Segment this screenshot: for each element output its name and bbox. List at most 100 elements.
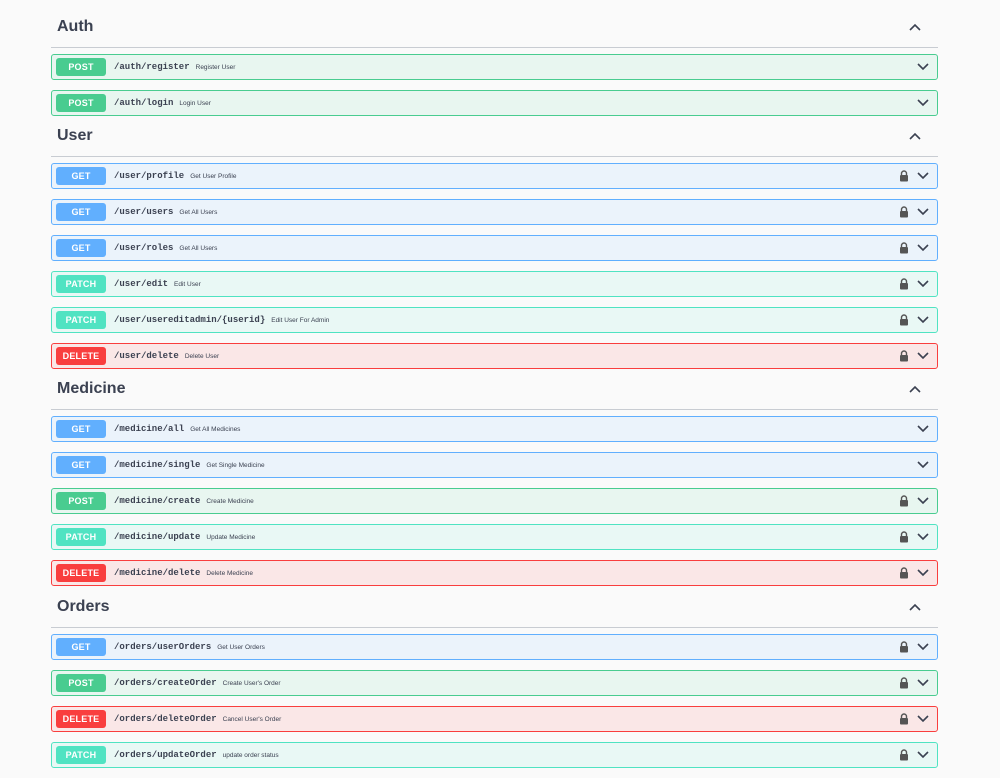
section-header[interactable]: Auth [51, 6, 938, 48]
section-title: Auth [57, 17, 94, 35]
lock-icon[interactable] [897, 205, 911, 219]
row-controls [915, 55, 931, 79]
method-badge: DELETE [56, 564, 106, 582]
chevron-up-icon[interactable] [904, 378, 926, 400]
chevron-down-icon[interactable] [915, 313, 931, 327]
section-header[interactable]: User [51, 115, 938, 157]
endpoint-summary: Update Medicine [206, 533, 256, 541]
chevron-down-icon[interactable] [915, 712, 931, 726]
operation-row[interactable]: DELETE/user/delete Delete User [51, 343, 938, 369]
row-controls [897, 635, 931, 659]
section-header[interactable]: Orders [51, 586, 938, 628]
row-controls [915, 91, 931, 115]
operation-row[interactable]: GET/medicine/all Get All Medicines [51, 416, 938, 442]
chevron-down-icon[interactable] [915, 96, 931, 110]
row-controls [897, 344, 931, 368]
row-controls [897, 164, 931, 188]
chevron-down-icon[interactable] [915, 241, 931, 255]
chevron-up-icon[interactable] [904, 596, 926, 618]
lock-icon[interactable] [897, 241, 911, 255]
lock-icon[interactable] [897, 313, 911, 327]
operation-row[interactable]: POST/orders/createOrder Create User's Ord… [51, 670, 938, 696]
chevron-down-icon[interactable] [915, 422, 931, 436]
section-orders: Orders GET/orders/userOrders Get User Orde… [51, 586, 938, 778]
lock-icon[interactable] [897, 169, 911, 183]
endpoint-path: /medicine/update [114, 532, 201, 542]
endpoint-path: /medicine/delete [114, 568, 201, 578]
row-controls [897, 272, 931, 296]
operation-row[interactable]: DELETE/medicine/delete Delete Medicine [51, 560, 938, 586]
endpoint-path: /orders/userOrders [114, 642, 212, 652]
lock-icon[interactable] [897, 676, 911, 690]
chevron-down-icon[interactable] [915, 640, 931, 654]
operation-row[interactable]: PATCH/user/usereditadmin/{userid} Edit Us… [51, 307, 938, 333]
lock-icon[interactable] [897, 349, 911, 363]
lock-icon[interactable] [897, 640, 911, 654]
operation-row[interactable]: POST/medicine/create Create Medicine [51, 488, 938, 514]
lock-icon[interactable] [897, 494, 911, 508]
endpoint-path: /orders/createOrder [114, 678, 217, 688]
operation-row[interactable]: GET/medicine/single Get Single Medicine [51, 452, 938, 478]
endpoint-summary: Edit User For Admin [271, 316, 330, 324]
operation-row[interactable]: POST/auth/register Register User [51, 54, 938, 80]
method-badge: PATCH [56, 275, 106, 293]
row-controls [897, 561, 931, 585]
chevron-down-icon[interactable] [915, 169, 931, 183]
method-badge: DELETE [56, 710, 106, 728]
endpoint-summary: Edit User [174, 280, 201, 288]
row-controls [915, 453, 931, 477]
row-controls [897, 200, 931, 224]
operation-row[interactable]: PATCH/user/edit Edit User [51, 271, 938, 297]
endpoint-summary: Get Single Medicine [206, 461, 265, 469]
operation-row[interactable]: POST/auth/login Login User [51, 90, 938, 116]
operation-row[interactable]: GET/user/profile Get User Profile [51, 163, 938, 189]
endpoint-path: /medicine/single [114, 460, 201, 470]
method-badge: DELETE [56, 347, 106, 365]
endpoint-summary: Get All Users [179, 244, 218, 252]
endpoint-path: /orders/deleteOrder [114, 714, 217, 724]
chevron-up-icon[interactable] [904, 125, 926, 147]
row-controls [897, 743, 931, 767]
chevron-down-icon[interactable] [915, 566, 931, 580]
chevron-down-icon[interactable] [915, 349, 931, 363]
chevron-down-icon[interactable] [915, 494, 931, 508]
section-header[interactable]: Medicine [51, 368, 938, 410]
operation-row[interactable]: GET/user/users Get All Users [51, 199, 938, 225]
row-controls [897, 707, 931, 731]
endpoint-summary: Delete User [184, 352, 220, 360]
chevron-down-icon[interactable] [915, 458, 931, 472]
operation-row[interactable]: PATCH/medicine/update Update Medicine [51, 524, 938, 550]
endpoint-path: /user/users [114, 207, 174, 217]
method-badge: POST [56, 492, 106, 510]
method-badge: GET [56, 638, 106, 656]
lock-icon[interactable] [897, 748, 911, 762]
operation-row[interactable]: DELETE/orders/deleteOrder Cancel User's O… [51, 706, 938, 732]
chevron-down-icon[interactable] [915, 277, 931, 291]
chevron-down-icon[interactable] [915, 530, 931, 544]
chevron-down-icon[interactable] [915, 205, 931, 219]
lock-icon[interactable] [897, 277, 911, 291]
lock-icon[interactable] [897, 566, 911, 580]
operation-row[interactable]: GET/orders/userOrders Get User Orders [51, 634, 938, 660]
row-controls [897, 525, 931, 549]
chevron-down-icon[interactable] [915, 60, 931, 74]
row-controls [915, 417, 931, 441]
chevron-down-icon[interactable] [915, 676, 931, 690]
chevron-down-icon[interactable] [915, 748, 931, 762]
endpoint-summary: Get All Users [179, 208, 218, 216]
chevron-up-icon[interactable] [904, 16, 926, 38]
row-controls [897, 671, 931, 695]
method-badge: GET [56, 167, 106, 185]
endpoint-summary: update order status [222, 751, 279, 759]
endpoint-summary: Delete Medicine [206, 569, 254, 577]
endpoint-summary: Cancel User's Order [222, 715, 282, 723]
endpoint-summary: Get User Profile [190, 172, 237, 180]
lock-icon[interactable] [897, 712, 911, 726]
endpoint-summary: Login User [179, 99, 211, 107]
endpoint-path: /medicine/all [114, 424, 185, 434]
endpoint-path: /user/delete [114, 351, 179, 361]
method-badge: POST [56, 674, 106, 692]
lock-icon[interactable] [897, 530, 911, 544]
operation-row[interactable]: PATCH/orders/updateOrder update order sta… [51, 742, 938, 768]
operation-row[interactable]: GET/user/roles Get All Users [51, 235, 938, 261]
